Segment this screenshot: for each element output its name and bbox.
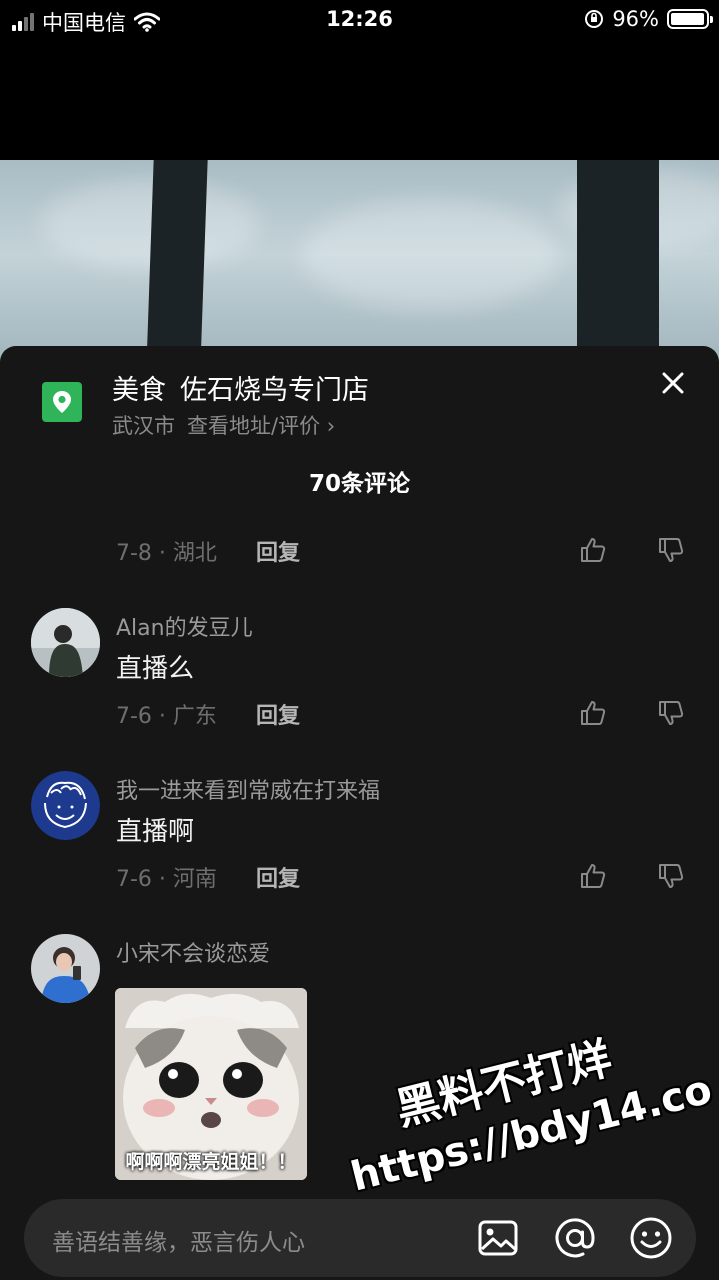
image-icon[interactable] xyxy=(475,1215,521,1261)
emoji-icon[interactable] xyxy=(628,1215,674,1261)
comment-text: 直播么 xyxy=(116,654,195,684)
screen: 中国电信 12:26 96% 美食 佐石烧鸟专门店 武汉市 查看地址/评价 › … xyxy=(0,0,719,1280)
status-bar: 中国电信 12:26 96% xyxy=(0,0,719,40)
comment-username[interactable]: 我一进来看到常威在打来福 xyxy=(116,773,380,805)
mention-icon[interactable] xyxy=(552,1215,598,1261)
comment-username[interactable]: 小宋不会谈恋爱 xyxy=(116,936,270,968)
sticker-image[interactable]: 啊啊啊漂亮姐姐！！ xyxy=(115,988,307,1180)
poi-address-link[interactable]: 查看地址/评价 › xyxy=(187,414,335,438)
comment-input[interactable]: 善语结善缘，恶言伤人心 xyxy=(52,1223,305,1257)
reply-button[interactable]: 回复 xyxy=(256,535,300,567)
sticker-caption: 啊啊啊漂亮姐姐！！ xyxy=(125,1151,297,1173)
comment-sheet: 美食 佐石烧鸟专门店 武汉市 查看地址/评价 › 70条评论 7-8 · 湖北 回复 xyxy=(0,346,719,1280)
battery-percent: 96% xyxy=(612,7,659,31)
poi-city: 武汉市 xyxy=(112,414,175,438)
poi-name: 佐石烧鸟专门店 xyxy=(180,375,369,406)
comment-date: 7-6 · 广东 xyxy=(116,704,217,729)
thumbs-down-icon[interactable] xyxy=(656,698,686,728)
comment-date: 7-8 · 湖北 xyxy=(116,541,217,566)
video-background xyxy=(0,160,719,370)
poi-subtitle: 武汉市 查看地址/评价 › xyxy=(112,410,335,440)
reply-button[interactable]: 回复 xyxy=(256,861,300,893)
avatar[interactable] xyxy=(31,934,100,1003)
thumbs-up-icon[interactable] xyxy=(578,535,608,565)
reply-button[interactable]: 回复 xyxy=(256,698,300,730)
comment-username[interactable]: Alan的发豆儿 xyxy=(116,610,253,642)
battery-icon xyxy=(667,9,713,29)
status-right: 96% xyxy=(584,7,713,31)
comment-date: 7-6 · 河南 xyxy=(116,867,217,892)
avatar[interactable] xyxy=(31,771,100,840)
thumbs-up-icon[interactable] xyxy=(578,698,608,728)
comment-meta: 7-6 · 广东 回复 xyxy=(116,698,696,730)
poi-category: 美食 xyxy=(112,375,166,406)
rotation-lock-icon xyxy=(585,10,604,28)
location-pin-icon[interactable] xyxy=(42,382,82,422)
comment-meta: 7-6 · 河南 回复 xyxy=(116,861,696,893)
comment-text: 直播啊 xyxy=(116,817,195,847)
poi-title[interactable]: 美食 佐石烧鸟专门店 xyxy=(112,368,369,407)
comment-count: 70条评论 xyxy=(308,471,410,497)
thumbs-down-icon[interactable] xyxy=(656,861,686,891)
thumbs-up-icon[interactable] xyxy=(578,861,608,891)
close-icon[interactable] xyxy=(660,370,686,396)
comment-input-bar[interactable]: 善语结善缘，恶言伤人心 xyxy=(24,1199,696,1277)
avatar[interactable] xyxy=(31,608,100,677)
comment-meta: 7-8 · 湖北 回复 xyxy=(116,535,696,567)
thumbs-down-icon[interactable] xyxy=(656,535,686,565)
